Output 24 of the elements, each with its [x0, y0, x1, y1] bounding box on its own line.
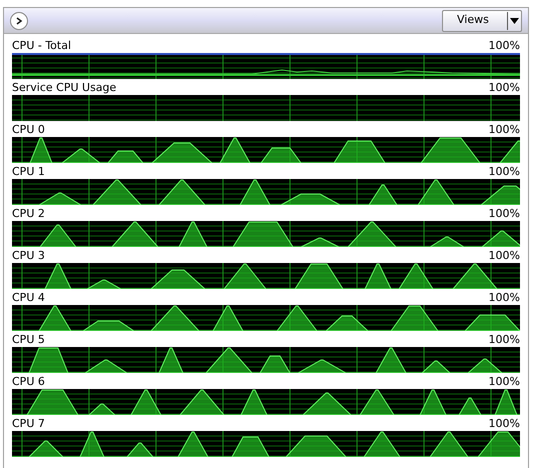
graph-reading: 100% [488, 124, 520, 135]
graph-label: CPU 4 [12, 292, 45, 303]
graph-reading: 100% [488, 376, 520, 387]
graph-reading: 100% [488, 334, 520, 345]
graph-reading: 100% [488, 292, 520, 303]
graph-label: CPU 6 [12, 376, 45, 387]
graph-reading: 100% [488, 418, 520, 429]
graph-label: CPU 5 [12, 334, 45, 345]
graph-label: CPU 2 [12, 208, 45, 219]
graph-reading: 100% [488, 166, 520, 177]
graph-reading: 100% [488, 208, 520, 219]
expand-button[interactable] [10, 12, 28, 30]
graph-label: CPU 1 [12, 166, 45, 177]
graph-label: Service CPU Usage [12, 82, 116, 93]
graph-label: CPU 7 [12, 418, 45, 429]
graph-label: CPU - Total [12, 40, 72, 51]
graph-reading: 100% [488, 250, 520, 261]
graph-reading: 100% [488, 82, 520, 93]
graph-reading: 100% [488, 40, 520, 51]
graph-label: CPU 3 [12, 250, 45, 261]
views-button[interactable]: Views [442, 10, 522, 32]
dropdown-caret-icon [508, 16, 521, 24]
chevron-right-icon [15, 16, 23, 24]
graph-label: CPU 0 [12, 124, 45, 135]
